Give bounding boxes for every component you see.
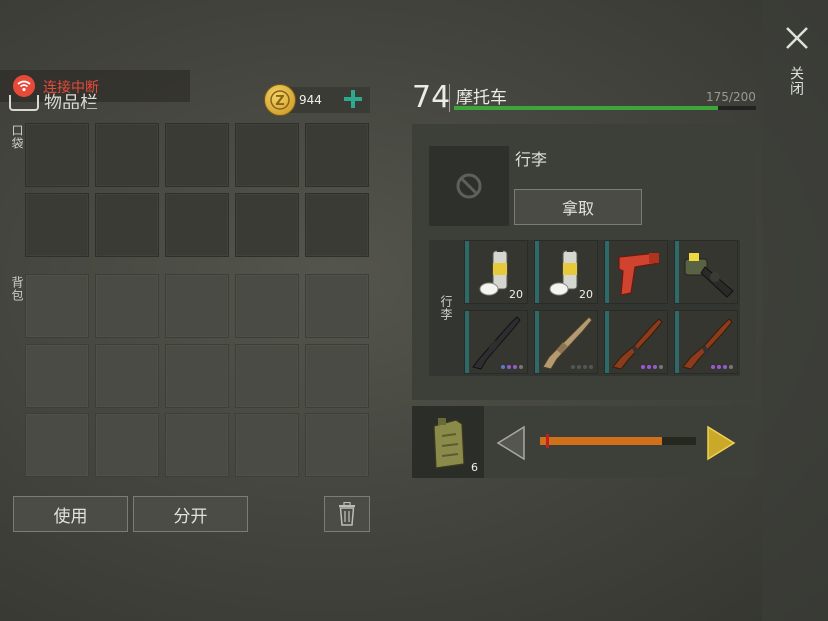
luggage-item-2[interactable]: 20: [534, 240, 598, 304]
inventory-icon: [9, 95, 39, 111]
luggage-grid-label: 行李: [439, 295, 453, 321]
vehicle-level: 74: [412, 80, 451, 115]
pocket-slot[interactable]: [305, 193, 369, 257]
svg-text:Z: Z: [275, 94, 284, 109]
coin-icon: Z: [264, 84, 296, 116]
backpack-slot[interactable]: [25, 413, 89, 477]
vehicle-name: 摩托车: [456, 88, 507, 108]
backpack-slot[interactable]: [25, 344, 89, 408]
fuel-slider-track[interactable]: [540, 434, 696, 448]
backpack-slot[interactable]: [95, 413, 159, 477]
fuel-slider-handle[interactable]: [546, 434, 549, 448]
fuel-decrease-button[interactable]: [494, 424, 528, 462]
item-stripe: [465, 241, 469, 303]
add-coins-button[interactable]: [342, 88, 364, 110]
backpack-slot[interactable]: [305, 274, 369, 338]
item-stripe: [465, 311, 469, 373]
backpack-slot[interactable]: [235, 274, 299, 338]
item-stripe: [675, 241, 679, 303]
pocket-slot[interactable]: [95, 193, 159, 257]
pocket-slot[interactable]: [25, 123, 89, 187]
capacity-bar-fill: [454, 106, 719, 110]
luggage-empty-slot: [429, 146, 509, 226]
arrow-right-icon: [707, 425, 736, 461]
wifi-off-icon: [13, 75, 35, 97]
pocket-slot[interactable]: [235, 123, 299, 187]
pocket-slot[interactable]: [95, 123, 159, 187]
use-button[interactable]: 使用: [13, 496, 128, 532]
luggage-item-8[interactable]: [674, 310, 738, 374]
backpack-slot[interactable]: [235, 413, 299, 477]
vehicle-capacity: 175/200: [706, 90, 756, 104]
item-stripe: [605, 241, 609, 303]
pocket-slot[interactable]: [165, 193, 229, 257]
backpack-slot[interactable]: [165, 413, 229, 477]
pocket-slot[interactable]: [235, 193, 299, 257]
split-button[interactable]: 分开: [133, 496, 248, 532]
fuel-item[interactable]: 6: [412, 406, 484, 478]
luggage-item-5[interactable]: [464, 310, 528, 374]
item-count: 20: [509, 288, 523, 301]
backpack-label: 背包: [10, 276, 24, 302]
trash-button[interactable]: [324, 496, 370, 532]
pocket-label: 口袋: [10, 124, 24, 150]
rarity-dots: [641, 365, 663, 369]
divider: [449, 84, 450, 112]
capacity-bar-track: [454, 106, 756, 110]
luggage-label: 行李: [515, 150, 548, 169]
no-entry-icon: [456, 173, 482, 199]
luggage-item-3[interactable]: [604, 240, 668, 304]
rarity-dots: [501, 365, 523, 369]
arrow-left-icon: [496, 425, 525, 461]
take-button[interactable]: 拿取: [514, 189, 642, 225]
pocket-slot[interactable]: [305, 123, 369, 187]
rarity-dots: [711, 365, 733, 369]
grenade-launcher-icon: [684, 253, 734, 298]
backpack-slot[interactable]: [165, 274, 229, 338]
item-count: 20: [579, 288, 593, 301]
fuel-count: 6: [471, 461, 478, 474]
item-stripe: [535, 311, 539, 373]
coin-count: 944: [299, 93, 322, 107]
backpack-slot[interactable]: [165, 344, 229, 408]
luggage-item-4[interactable]: [674, 240, 738, 304]
backpack-slot[interactable]: [305, 413, 369, 477]
pocket-slot[interactable]: [165, 123, 229, 187]
close-button[interactable]: [783, 24, 811, 52]
backpack-slot[interactable]: [235, 344, 299, 408]
fuel-increase-button[interactable]: [704, 424, 738, 462]
luggage-item-7[interactable]: [604, 310, 668, 374]
backpack-slot[interactable]: [95, 344, 159, 408]
backpack-slot[interactable]: [25, 274, 89, 338]
luggage-item-1[interactable]: 20: [464, 240, 528, 304]
trash-icon: [339, 502, 355, 526]
backpack-slot[interactable]: [95, 274, 159, 338]
pocket-slot[interactable]: [25, 193, 89, 257]
item-stripe: [605, 311, 609, 373]
backpack-slot[interactable]: [305, 344, 369, 408]
fuel-slider-fill: [540, 437, 662, 445]
item-stripe: [675, 311, 679, 373]
inventory-title: 物品栏: [44, 93, 98, 109]
item-stripe: [535, 241, 539, 303]
plus-icon: [344, 90, 362, 108]
luggage-item-6[interactable]: [534, 310, 598, 374]
flare-gun-icon: [618, 252, 660, 296]
rarity-dots: [571, 365, 593, 369]
close-icon: [786, 27, 808, 49]
close-label[interactable]: 关闭: [786, 66, 806, 96]
